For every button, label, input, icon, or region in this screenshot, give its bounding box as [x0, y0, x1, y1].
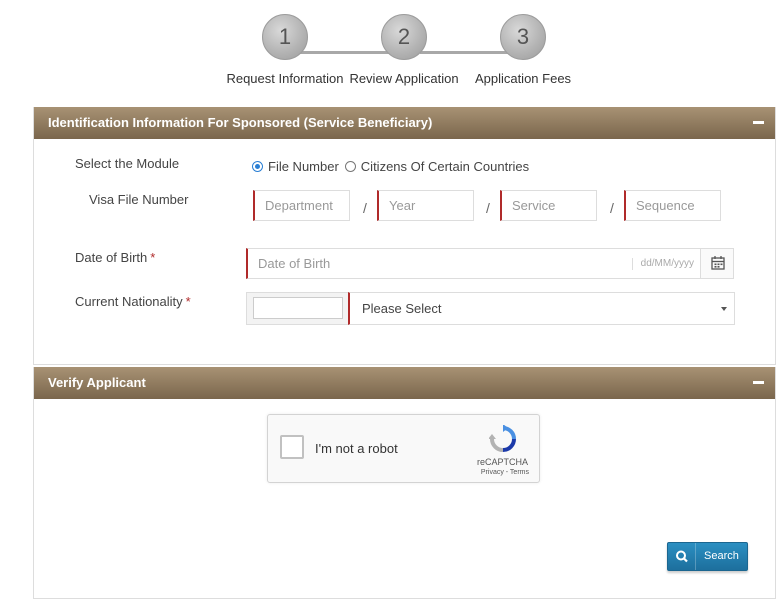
module-radio-group: File Number Citizens Of Certain Countrie… — [252, 159, 535, 174]
radio-label: Citizens Of Certain Countries — [360, 159, 530, 174]
nationality-label: Current Nationality * — [75, 294, 191, 309]
sequence-input[interactable]: Sequence — [624, 190, 721, 221]
recaptcha-logo-icon — [489, 425, 516, 452]
dob-label-text: Date of Birth — [75, 250, 148, 265]
step-number: 1 — [262, 14, 308, 60]
nationality-label-text: Current Nationality — [75, 294, 183, 309]
verify-panel: Verify Applicant I'm not a robot reCAPTC… — [33, 367, 776, 599]
radio-label: File Number — [268, 159, 339, 174]
search-icon — [668, 543, 696, 570]
step-number: 3 — [500, 14, 546, 60]
date-format-hint: dd/MM/yyyy — [631, 258, 694, 270]
panel-header: Verify Applicant — [34, 367, 775, 399]
panel-header: Identification Information For Sponsored… — [34, 107, 775, 139]
calendar-button[interactable] — [700, 248, 734, 279]
separator: / — [363, 200, 367, 216]
nationality-code-input[interactable] — [253, 297, 343, 319]
step-number: 2 — [381, 14, 427, 60]
identification-panel: Identification Information For Sponsored… — [33, 107, 776, 365]
department-input[interactable]: Department — [253, 190, 350, 221]
select-module-label: Select the Module — [75, 156, 180, 171]
required-marker: * — [185, 294, 191, 309]
dob-input[interactable]: Date of Birth dd/MM/yyyy — [246, 248, 701, 279]
recaptcha-links[interactable]: Privacy - Terms — [481, 469, 529, 476]
year-input[interactable]: Year — [377, 190, 474, 221]
chevron-down-icon — [721, 307, 727, 311]
visa-file-label: Visa File Number — [89, 192, 189, 207]
recaptcha-checkbox[interactable] — [280, 435, 304, 459]
panel-title: Verify Applicant — [48, 375, 146, 390]
panel-title: Identification Information For Sponsored… — [48, 115, 433, 130]
required-marker: * — [150, 250, 156, 265]
radio-citizens[interactable]: Citizens Of Certain Countries — [344, 159, 530, 174]
radio-selected-icon[interactable] — [252, 161, 263, 172]
search-button[interactable]: Search — [667, 542, 748, 571]
dob-placeholder: Date of Birth — [258, 256, 331, 271]
collapse-icon[interactable] — [752, 116, 766, 130]
progress-stepper: 1 Request Information 2 Review Applicati… — [0, 14, 783, 94]
recaptcha-brand: reCAPTCHA — [476, 457, 528, 467]
nationality-select-value: Please Select — [362, 301, 442, 316]
search-button-label: Search — [704, 550, 739, 562]
separator: / — [610, 200, 614, 216]
separator: / — [486, 200, 490, 216]
radio-file-number[interactable]: File Number — [252, 159, 339, 174]
recaptcha-label: I'm not a robot — [315, 441, 398, 456]
dob-label: Date of Birth * — [75, 250, 155, 265]
recaptcha-widget: I'm not a robot reCAPTCHA Privacy - Term… — [267, 414, 540, 483]
step-label: Application Fees — [474, 71, 572, 86]
step-3: 3 Application Fees — [453, 14, 593, 86]
nationality-select[interactable]: Please Select — [348, 292, 735, 325]
service-input[interactable]: Service — [500, 190, 597, 221]
calendar-icon — [711, 256, 725, 270]
collapse-icon[interactable] — [752, 376, 766, 390]
radio-unselected-icon[interactable] — [344, 161, 356, 172]
nationality-code-box — [246, 292, 350, 325]
